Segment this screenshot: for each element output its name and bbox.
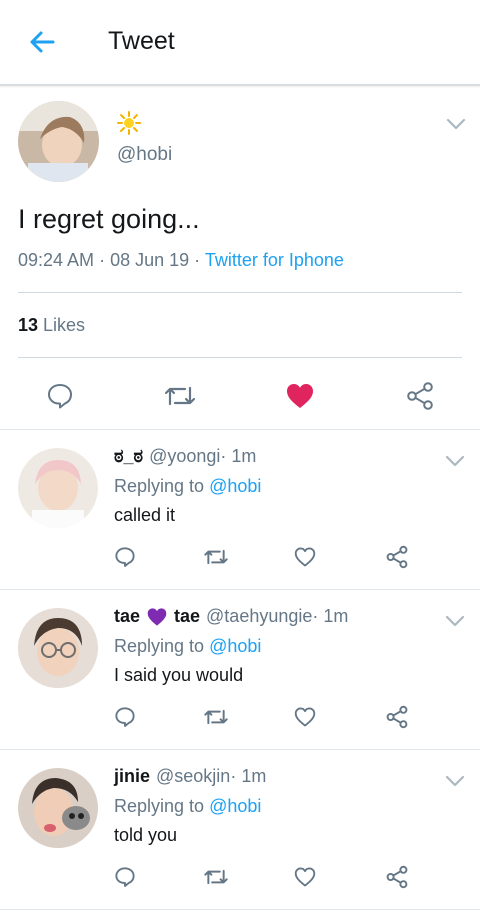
tweet-meta: 09:24 AM · 08 Jun 19 · Twitter for Iphon… xyxy=(18,250,344,270)
likes-count[interactable]: 13 Likes xyxy=(18,315,85,336)
reply-tweet[interactable]: jinie @seokjin · 1m Replying to @hobi to… xyxy=(0,750,480,910)
reply-time: · 1m xyxy=(312,606,349,626)
reply-text: I said you would xyxy=(114,665,244,685)
reply-text: called it xyxy=(114,505,176,525)
reply-time: · 1m xyxy=(220,446,257,466)
back-button[interactable] xyxy=(24,24,60,60)
tweet-source-link[interactable]: Twitter for Iphone xyxy=(205,250,344,270)
reply-button[interactable] xyxy=(112,544,138,570)
chevron-down-icon[interactable] xyxy=(444,454,466,468)
arrow-left-icon xyxy=(30,31,55,53)
retweet-icon xyxy=(164,386,196,406)
sun-emoji-icon xyxy=(117,111,141,135)
reply-icon xyxy=(115,707,135,727)
reply-tweet[interactable]: tae tae @taehyungie · 1m Replying to @ho… xyxy=(0,590,480,750)
chevron-down-icon[interactable] xyxy=(444,614,466,628)
retweet-button[interactable] xyxy=(202,704,230,730)
heart-outline-icon xyxy=(294,707,316,727)
top-bar: Tweet xyxy=(0,0,480,86)
user-handle[interactable]: @seokjin xyxy=(156,766,230,787)
page-title: Tweet xyxy=(108,27,175,55)
avatar[interactable] xyxy=(18,768,98,848)
user-handle[interactable]: @hobi xyxy=(117,144,172,166)
display-name[interactable]: ಠ_ಠ xyxy=(114,446,143,467)
reply-header: jinie @seokjin · 1m xyxy=(114,766,266,787)
purple-heart-icon xyxy=(147,607,167,626)
retweet-icon xyxy=(204,549,228,565)
reply-header: ಠ_ಠ @yoongi · 1m xyxy=(114,446,256,467)
like-button[interactable] xyxy=(280,376,320,416)
heart-outline-icon xyxy=(294,547,316,567)
reply-button[interactable] xyxy=(112,864,138,890)
replying-to: Replying to @hobi xyxy=(114,476,262,496)
reply-icon xyxy=(48,384,72,409)
reply-button[interactable] xyxy=(40,376,80,416)
reply-time: · 1m xyxy=(230,766,267,786)
display-name[interactable]: jinie xyxy=(114,766,150,787)
chevron-down-icon[interactable] xyxy=(445,117,467,131)
divider xyxy=(18,292,462,293)
like-button[interactable] xyxy=(292,864,318,890)
retweet-button[interactable] xyxy=(202,544,230,570)
reply-tweet[interactable]: ಠ_ಠ @yoongi · 1m Replying to @hobi calle… xyxy=(0,430,480,590)
retweet-button[interactable] xyxy=(202,864,230,890)
share-icon xyxy=(407,382,433,410)
retweet-button[interactable] xyxy=(160,376,200,416)
reply-icon xyxy=(115,547,135,567)
mention-link[interactable]: @hobi xyxy=(209,636,261,656)
main-tweet: @hobi I regret going... 09:24 AM · 08 Ju… xyxy=(0,86,480,430)
avatar[interactable] xyxy=(18,608,98,688)
tweet-text: I regret going... xyxy=(18,204,200,234)
like-button[interactable] xyxy=(292,704,318,730)
reply-text: told you xyxy=(114,825,178,845)
user-handle[interactable]: @taehyungie xyxy=(206,606,312,627)
mention-link[interactable]: @hobi xyxy=(209,796,261,816)
user-handle[interactable]: @yoongi xyxy=(149,446,220,467)
share-button[interactable] xyxy=(400,376,440,416)
reply-button[interactable] xyxy=(112,704,138,730)
share-button[interactable] xyxy=(384,544,410,570)
share-button[interactable] xyxy=(384,864,410,890)
retweet-icon xyxy=(204,869,228,885)
divider xyxy=(18,357,462,358)
heart-filled-icon xyxy=(287,384,313,408)
heart-outline-icon xyxy=(294,867,316,887)
chevron-down-icon[interactable] xyxy=(444,774,466,788)
share-icon xyxy=(386,545,408,569)
tweet-date: 08 Jun 19 xyxy=(110,250,190,270)
share-icon xyxy=(386,705,408,729)
tweet-time: 09:24 AM xyxy=(18,250,95,270)
avatar[interactable] xyxy=(18,448,98,528)
like-button[interactable] xyxy=(292,544,318,570)
retweet-icon xyxy=(204,709,228,725)
replying-to: Replying to @hobi xyxy=(114,636,262,656)
share-icon xyxy=(386,865,408,889)
display-name[interactable]: tae xyxy=(114,606,140,627)
replying-to: Replying to @hobi xyxy=(114,796,262,816)
reply-header: tae tae @taehyungie · 1m xyxy=(114,606,348,627)
display-name-suffix[interactable]: tae xyxy=(174,606,200,627)
avatar[interactable] xyxy=(18,101,99,182)
share-button[interactable] xyxy=(384,704,410,730)
mention-link[interactable]: @hobi xyxy=(209,476,261,496)
reply-icon xyxy=(115,867,135,887)
